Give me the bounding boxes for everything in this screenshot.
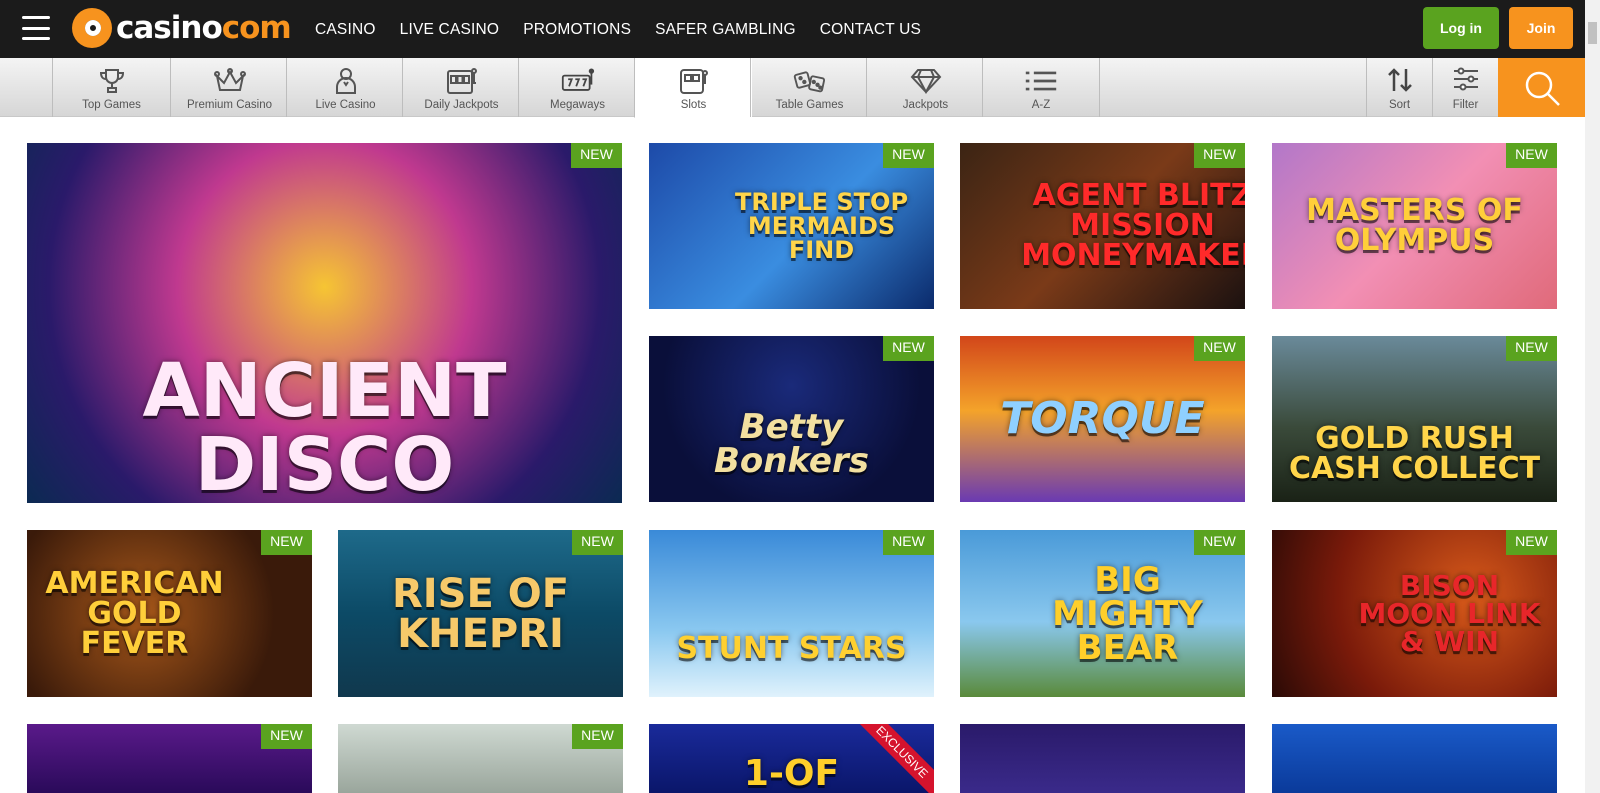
- game-title: Gold Rush Cash Collect: [1288, 421, 1541, 486]
- filter-button[interactable]: Filter: [1432, 58, 1498, 117]
- nav-safer-gambling[interactable]: SAFER GAMBLING: [655, 21, 796, 39]
- trophy-icon: [95, 67, 129, 95]
- game-title: Bison Moon Link & Win: [1358, 568, 1541, 658]
- scrollbar[interactable]: [1585, 0, 1600, 793]
- game-tile[interactable]: NEW: [27, 724, 312, 793]
- game-title: Agent Blitz Mission Moneymaker: [1021, 178, 1245, 273]
- new-badge: NEW: [883, 530, 934, 555]
- dealer-icon: [329, 67, 363, 95]
- game-tile[interactable]: Triple Stop Mermaids Find NEW: [649, 143, 934, 309]
- logo-accent-text: com: [221, 10, 292, 46]
- new-badge: NEW: [572, 530, 623, 555]
- game-tile[interactable]: Torque NEW: [960, 336, 1245, 502]
- slot-machine-icon: [677, 67, 711, 95]
- game-tile[interactable]: [960, 724, 1245, 793]
- new-badge: NEW: [1194, 143, 1245, 168]
- new-badge: NEW: [572, 724, 623, 749]
- category-label: Live Casino: [315, 99, 376, 111]
- game-title: Torque: [1000, 393, 1205, 444]
- game-tile[interactable]: Big Mighty Bear NEW: [960, 530, 1245, 697]
- top-bar: casinocom CASINO LIVE CASINO PROMOTIONS …: [0, 0, 1585, 58]
- game-tile[interactable]: [1272, 724, 1557, 793]
- list-icon: [1024, 67, 1058, 95]
- nav-contact-us[interactable]: CONTACT US: [820, 21, 921, 39]
- game-title: Stunt Stars: [676, 630, 907, 666]
- dice-icon: [793, 67, 827, 95]
- search-icon: [1525, 71, 1560, 106]
- slot-reels-icon: [561, 67, 595, 95]
- sort-icon: [1386, 67, 1414, 95]
- game-tile[interactable]: Bison Moon Link & Win NEW: [1272, 530, 1557, 697]
- category-daily-jackpots[interactable]: Daily Jackpots: [402, 58, 520, 117]
- main-nav: CASINO LIVE CASINO PROMOTIONS SAFER GAMB…: [315, 21, 921, 39]
- game-title: Rise of Khepri: [391, 570, 570, 657]
- game-tile[interactable]: Stunt Stars NEW: [649, 530, 934, 697]
- category-bar: Top Games Premium Casino Live Casino Dai…: [0, 58, 1585, 118]
- nav-casino[interactable]: CASINO: [315, 21, 376, 39]
- game-title: Betty Bonkers: [714, 407, 869, 481]
- game-tile[interactable]: American Gold Fever NEW: [27, 530, 312, 697]
- category-label: Megaways: [550, 99, 605, 111]
- category-label: Premium Casino: [187, 99, 272, 111]
- nav-promotions[interactable]: PROMOTIONS: [523, 21, 631, 39]
- casino-logo[interactable]: casinocom: [72, 8, 292, 48]
- join-button[interactable]: Join: [1509, 7, 1573, 49]
- new-badge: NEW: [883, 143, 934, 168]
- new-badge: NEW: [261, 724, 312, 749]
- crown-icon: [213, 67, 247, 95]
- diamond-icon: [909, 67, 943, 95]
- category-label: A-Z: [1031, 99, 1051, 111]
- game-title: Triple Stop Mermaids Find: [734, 188, 909, 264]
- new-badge: NEW: [571, 143, 622, 168]
- game-tile[interactable]: Betty Bonkers NEW: [649, 336, 934, 502]
- sort-label: Sort: [1388, 99, 1411, 111]
- category-jackpots[interactable]: Jackpots: [866, 58, 984, 117]
- game-title: Masters of Olympus: [1306, 193, 1523, 258]
- category-table-games[interactable]: Table Games: [750, 58, 868, 117]
- category-label: Daily Jackpots: [424, 99, 499, 111]
- category-live-casino[interactable]: Live Casino: [286, 58, 404, 117]
- new-badge: NEW: [1506, 530, 1557, 555]
- category-a-z[interactable]: A-Z: [982, 58, 1100, 117]
- category-label: Top Games: [82, 99, 141, 111]
- category-premium-casino[interactable]: Premium Casino: [170, 58, 288, 117]
- search-button[interactable]: [1498, 58, 1585, 117]
- new-badge: NEW: [883, 336, 934, 361]
- game-tile[interactable]: Agent Blitz Mission Moneymaker NEW: [960, 143, 1245, 309]
- game-tile[interactable]: NEW: [338, 724, 623, 793]
- jackpot-machine-icon: [445, 67, 479, 95]
- category-slots[interactable]: Slots: [634, 58, 752, 118]
- new-badge: NEW: [261, 530, 312, 555]
- game-tile[interactable]: Gold Rush Cash Collect NEW: [1272, 336, 1557, 502]
- sort-button[interactable]: Sort: [1366, 58, 1432, 117]
- game-title: American Gold Fever: [45, 565, 224, 661]
- new-badge: NEW: [1194, 336, 1245, 361]
- category-megaways[interactable]: Megaways: [518, 58, 636, 117]
- new-badge: NEW: [1194, 530, 1245, 555]
- login-button[interactable]: Log in: [1423, 7, 1499, 49]
- category-top-games[interactable]: Top Games: [52, 58, 170, 117]
- filter-label: Filter: [1452, 99, 1479, 111]
- nav-live-casino[interactable]: LIVE CASINO: [400, 21, 500, 39]
- new-badge: NEW: [1506, 143, 1557, 168]
- filter-icon: [1452, 67, 1480, 95]
- game-title: Big Mighty Bear: [1052, 559, 1203, 668]
- game-tile[interactable]: Masters of Olympus NEW: [1272, 143, 1557, 309]
- category-label: Jackpots: [902, 99, 949, 111]
- game-tile[interactable]: 1-OF EXCLUSIVE: [649, 724, 934, 793]
- game-title: 1-OF: [743, 752, 840, 793]
- game-tile[interactable]: Rise of Khepri NEW: [338, 530, 623, 697]
- logo-mark-icon: [72, 8, 112, 48]
- category-label: Slots: [680, 99, 707, 111]
- scrollbar-thumb[interactable]: [1588, 22, 1597, 44]
- game-title: Ancient Disco: [142, 348, 507, 503]
- logo-main-text: casino: [116, 10, 223, 46]
- category-label: Table Games: [775, 99, 844, 111]
- menu-icon[interactable]: [22, 16, 50, 40]
- game-tile[interactable]: Ancient Disco NEW: [27, 143, 622, 503]
- new-badge: NEW: [1506, 336, 1557, 361]
